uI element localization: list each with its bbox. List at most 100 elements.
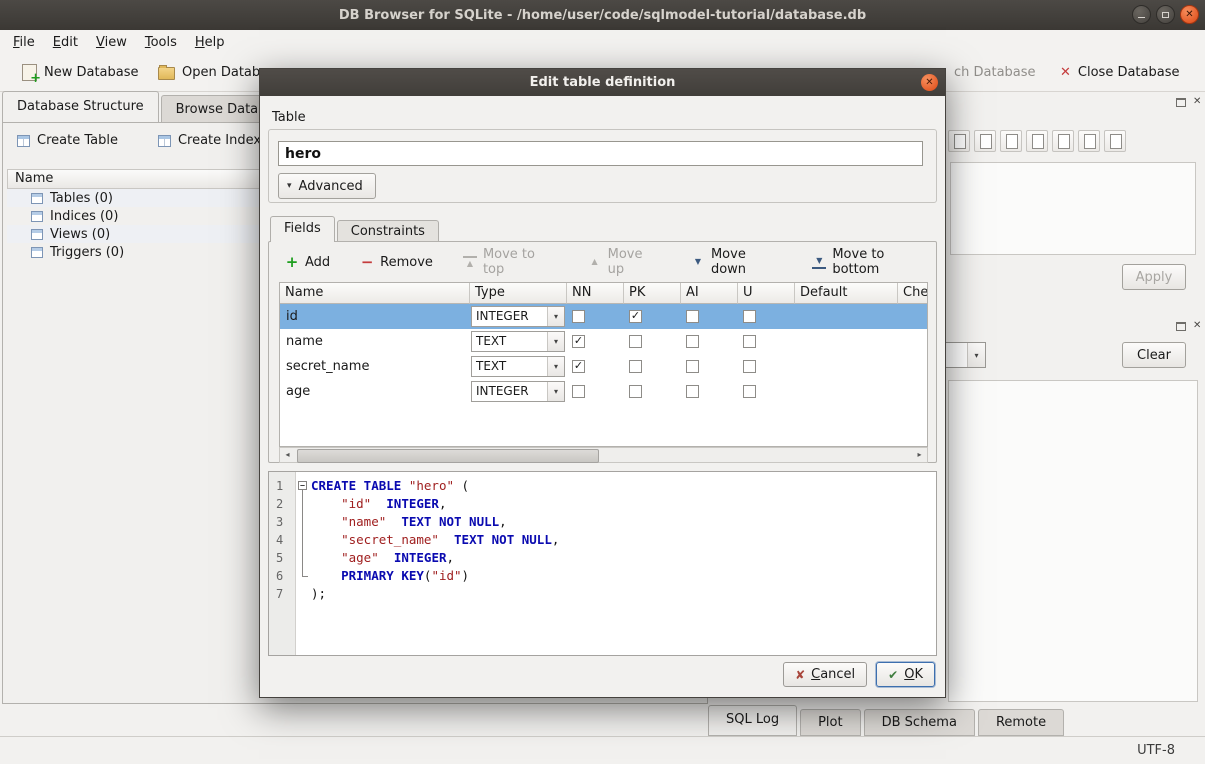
table-name-input[interactable] <box>278 141 923 166</box>
field-row-name[interactable]: nameTEXT▾ ✓ <box>280 329 927 354</box>
nn-checkbox[interactable] <box>572 385 585 398</box>
close-icon: ✕ <box>1185 10 1193 20</box>
menu-item-tools[interactable]: Tools <box>136 32 186 53</box>
column-header-pk[interactable]: PK <box>624 283 681 304</box>
bottom-tab-sql-log[interactable]: SQL Log <box>708 705 797 736</box>
grid-header-row: NameTypeNNPKAIUDefaultCheck <box>280 283 927 304</box>
dialog-close-button[interactable]: ✕ <box>921 74 938 91</box>
pk-checkbox[interactable] <box>629 360 642 373</box>
ai-checkbox[interactable] <box>686 385 699 398</box>
field-name-cell[interactable]: secret_name <box>280 354 470 379</box>
nn-checkbox[interactable] <box>572 310 585 323</box>
scroll-left-icon[interactable]: ◂ <box>280 448 295 462</box>
dock-close-icon[interactable]: ✕ <box>1193 97 1201 107</box>
cell-check[interactable] <box>898 379 928 404</box>
pk-checkbox[interactable]: ✓ <box>629 310 642 323</box>
encoding-indicator[interactable]: UTF-8 <box>1137 743 1175 758</box>
add-button[interactable]: +Add <box>281 253 334 272</box>
tab-database-structure[interactable]: Database Structure <box>2 91 159 123</box>
nn-checkbox[interactable]: ✓ <box>572 335 585 348</box>
dock-close-icon[interactable]: ✕ <box>1193 321 1201 331</box>
create-index-button[interactable]: Create Index <box>152 129 267 152</box>
maximize-button[interactable] <box>1156 5 1175 24</box>
remove-button[interactable]: −Remove <box>356 253 437 272</box>
scroll-right-icon[interactable]: ▸ <box>912 448 927 462</box>
sql-log-area[interactable] <box>948 380 1198 702</box>
dialog-tab-fields[interactable]: Fields <box>270 216 335 242</box>
menu-item-help[interactable]: Help <box>186 32 234 53</box>
field-row-age[interactable]: ageINTEGER▾ <box>280 379 927 404</box>
advanced-toggle-button[interactable]: ▾ Advanced <box>278 173 376 199</box>
column-header-check[interactable]: Check <box>898 283 928 304</box>
cell-default[interactable] <box>795 379 898 404</box>
ai-checkbox[interactable] <box>686 335 699 348</box>
type-combobox[interactable]: INTEGER▾ <box>471 381 565 402</box>
column-header-default[interactable]: Default <box>795 283 898 304</box>
column-header-type[interactable]: Type <box>470 283 567 304</box>
fold-collapse-icon[interactable]: − <box>298 481 307 490</box>
type-combobox[interactable]: TEXT▾ <box>471 356 565 377</box>
move-down-button[interactable]: ▼Move down <box>687 245 786 279</box>
column-header-ai[interactable]: AI <box>681 283 738 304</box>
dock-float-icon[interactable] <box>1176 98 1186 107</box>
u-checkbox[interactable] <box>743 335 756 348</box>
cell-default[interactable] <box>795 304 898 329</box>
field-row-id[interactable]: idINTEGER▾ ✓ <box>280 304 927 329</box>
menu-item-file[interactable]: File <box>4 32 44 53</box>
cancel-button[interactable]: ✘ Cancel <box>783 662 867 687</box>
cell-check[interactable] <box>898 304 928 329</box>
u-checkbox[interactable] <box>743 310 756 323</box>
cell-check[interactable] <box>898 354 928 379</box>
column-header-u[interactable]: U <box>738 283 795 304</box>
sql-preview[interactable]: 1−CREATE TABLE "hero" (2 "id" INTEGER,3 … <box>268 471 937 656</box>
cell-default[interactable] <box>795 329 898 354</box>
u-checkbox[interactable] <box>743 360 756 373</box>
cell-editor-area[interactable] <box>950 162 1196 255</box>
type-combobox[interactable]: TEXT▾ <box>471 331 565 352</box>
grid-rows: idINTEGER▾✓nameTEXT▾✓secret_nameTEXT▾✓ag… <box>280 304 927 404</box>
new-database-button[interactable]: New Database <box>14 58 147 86</box>
menu-item-edit[interactable]: Edit <box>44 32 87 53</box>
pk-checkbox[interactable] <box>629 385 642 398</box>
type-combobox[interactable]: INTEGER▾ <box>471 306 565 327</box>
dialog-titlebar[interactable]: Edit table definition ✕ <box>260 69 945 96</box>
clear-button[interactable]: Clear <box>1122 342 1186 368</box>
tab-browse-data[interactable]: Browse Data <box>161 95 274 123</box>
ai-checkbox[interactable] <box>686 310 699 323</box>
column-header-nn[interactable]: NN <box>567 283 624 304</box>
dialog-tab-constraints[interactable]: Constraints <box>337 220 439 242</box>
cell-toolbar-button[interactable] <box>974 130 996 152</box>
u-checkbox[interactable] <box>743 385 756 398</box>
cell-toolbar-button[interactable] <box>1026 130 1048 152</box>
bottom-tab-remote[interactable]: Remote <box>978 709 1064 736</box>
scrollbar-thumb[interactable] <box>297 449 599 463</box>
field-name-cell[interactable]: id <box>280 304 470 329</box>
move-to-bottom-button[interactable]: ▼Move to bottom <box>808 245 936 279</box>
window-titlebar[interactable]: DB Browser for SQLite - /home/user/code/… <box>0 0 1205 30</box>
cell-check[interactable] <box>898 329 928 354</box>
field-row-secret-name[interactable]: secret_nameTEXT▾ ✓ <box>280 354 927 379</box>
field-name-cell[interactable]: name <box>280 329 470 354</box>
window-close-button[interactable]: ✕ <box>1180 5 1199 24</box>
pk-checkbox[interactable] <box>629 335 642 348</box>
cell-toolbar-button[interactable] <box>1052 130 1074 152</box>
ok-button[interactable]: ✔ OK <box>876 662 935 687</box>
cell-toolbar-button[interactable] <box>1000 130 1022 152</box>
bottom-tab-db-schema[interactable]: DB Schema <box>864 709 975 736</box>
create-table-button[interactable]: Create Table <box>11 129 124 152</box>
minimize-button[interactable] <box>1132 5 1151 24</box>
menu-item-view[interactable]: View <box>87 32 136 53</box>
column-header-name[interactable]: Name <box>280 283 470 304</box>
dock-float-icon[interactable] <box>1176 322 1186 331</box>
cell-toolbar-button[interactable] <box>1104 130 1126 152</box>
nn-checkbox[interactable]: ✓ <box>572 360 585 373</box>
ai-checkbox[interactable] <box>686 360 699 373</box>
field-name-cell[interactable]: age <box>280 379 470 404</box>
close-database-button[interactable]: ✕ Close Database <box>1052 58 1187 86</box>
cell-toolbar-button[interactable] <box>948 130 970 152</box>
horizontal-scrollbar[interactable]: ◂ ▸ <box>279 447 928 463</box>
cell-default[interactable] <box>795 354 898 379</box>
cell-toolbar-button[interactable] <box>1078 130 1100 152</box>
table-icon <box>31 211 43 222</box>
bottom-tab-plot[interactable]: Plot <box>800 709 861 736</box>
